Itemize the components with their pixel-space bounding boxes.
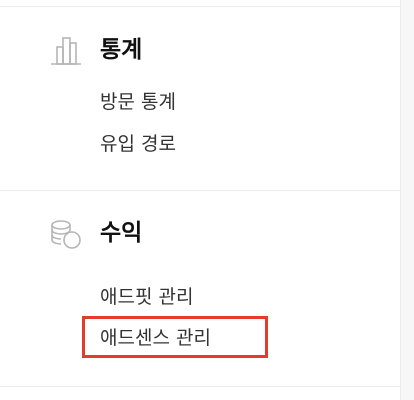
divider — [0, 6, 401, 7]
sidebar-panel: 통계 방문 통계 유입 경로 수익 애드핏 관리 애드센스 관리 — [0, 0, 401, 400]
menu-item-referrer[interactable]: 유입 경로 — [100, 131, 176, 157]
menu-item-visit-stats[interactable]: 방문 통계 — [100, 89, 176, 115]
highlight-box — [82, 316, 268, 358]
menu-item-adfit[interactable]: 애드핏 관리 — [100, 284, 193, 310]
section-title: 통계 — [100, 37, 143, 63]
coins-icon — [51, 220, 81, 249]
section-title: 수익 — [100, 220, 143, 246]
divider — [0, 190, 401, 191]
bar-chart-icon — [51, 37, 81, 65]
divider — [0, 386, 401, 387]
